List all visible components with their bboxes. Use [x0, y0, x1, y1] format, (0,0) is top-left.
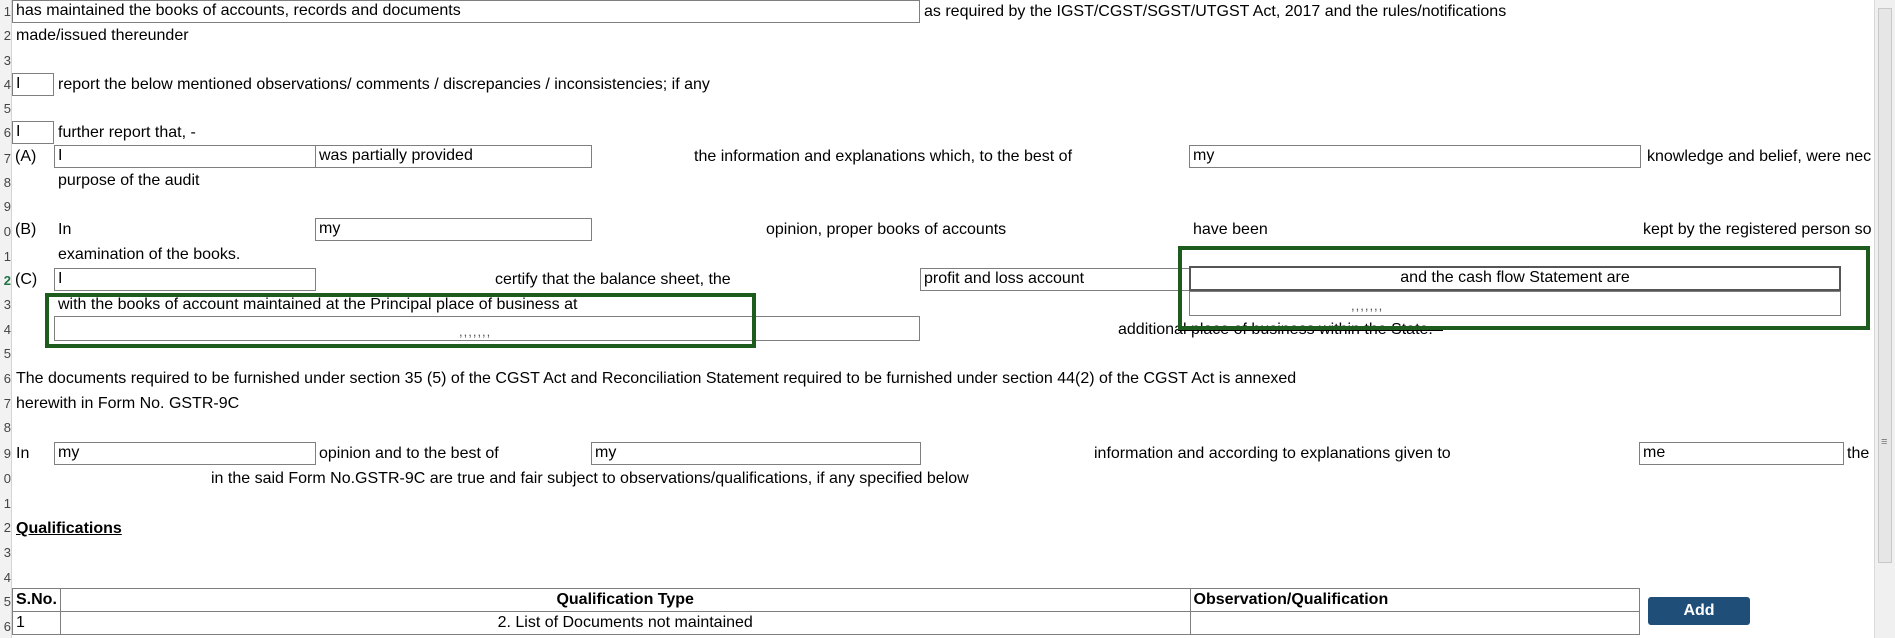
row-number[interactable]: 8: [0, 175, 11, 191]
opinion-possessive-field2[interactable]: my: [591, 442, 921, 465]
opinion-possessive-field[interactable]: my: [54, 442, 316, 465]
opinion-pronoun-field[interactable]: me: [1639, 442, 1844, 465]
clause-c-pronoun-field[interactable]: I: [54, 268, 316, 291]
grip-icon: ≡: [1881, 436, 1888, 448]
line1-text: as required by the IGST/CGST/SGST/UTGST …: [924, 3, 1507, 20]
clause-a-label: (A): [15, 148, 37, 165]
row-number[interactable]: 8: [0, 420, 11, 436]
qualifications-heading: Qualifications: [16, 520, 122, 537]
clause-a-pronoun-field[interactable]: I: [54, 145, 316, 168]
row-number[interactable]: 3: [0, 545, 11, 561]
row-number[interactable]: 4: [0, 77, 11, 93]
highlight-cashflow: [1178, 246, 1870, 330]
qualification-type-cell[interactable]: 2. List of Documents not maintained: [59, 611, 1191, 635]
clause-c-pl-field[interactable]: profit and loss account: [920, 268, 1190, 291]
row-number[interactable]: 3: [0, 53, 11, 69]
row-number[interactable]: 1: [0, 4, 11, 20]
row-number[interactable]: 7: [0, 151, 11, 167]
clause-a-text2: knowledge and belief, were nec: [1647, 148, 1872, 165]
row-number[interactable]: 5: [0, 346, 11, 362]
qualifications-table: S.No. Qualification Type Observation/Qua…: [12, 588, 1641, 635]
further-report-pronoun-field[interactable]: I: [12, 121, 54, 144]
clause-b-in: In: [58, 221, 72, 238]
row-number[interactable]: 0: [0, 471, 11, 487]
row-number[interactable]: 6: [0, 619, 11, 635]
clause-b-line2: examination of the books.: [58, 246, 241, 263]
row-number[interactable]: 2: [0, 273, 11, 289]
row-number[interactable]: 2: [0, 520, 11, 536]
scrollbar-thumb[interactable]: [1878, 8, 1892, 563]
row-number[interactable]: 1: [0, 249, 11, 265]
row-number[interactable]: 1: [0, 496, 11, 512]
clause-c-label: (C): [15, 271, 38, 288]
row-number[interactable]: 6: [0, 125, 11, 141]
row-number[interactable]: 4: [0, 570, 11, 586]
sno-cell[interactable]: 1: [12, 611, 61, 635]
add-button[interactable]: Add: [1648, 597, 1750, 625]
observation-cell[interactable]: [1189, 611, 1641, 635]
auditor-maintained-field[interactable]: has maintained the books of accounts, re…: [12, 0, 920, 23]
strike-overlay: [1178, 330, 1443, 331]
row-number[interactable]: 0: [0, 224, 11, 240]
opinion-line2: in the said Form No.GSTR-9C are true and…: [211, 470, 969, 487]
sno-header: S.No.: [12, 588, 61, 612]
row-number[interactable]: 9: [0, 199, 11, 215]
documents-line1: The documents required to be furnished u…: [16, 370, 1297, 387]
row-number[interactable]: 5: [0, 594, 11, 610]
opinion-text3: the: [1847, 445, 1870, 462]
further-report-text: further report that, -: [58, 124, 196, 141]
row-header: 1 2 3 4 5 6 7 8 9 0 1 2 3 4 5 6 7 8 9 0 1 2 3 4 5 6: [0, 0, 12, 638]
clause-a-provided-field[interactable]: was partially provided: [315, 145, 592, 168]
qualification-type-header: Qualification Type: [59, 588, 1191, 612]
row-number[interactable]: 6: [0, 371, 11, 387]
clause-b-text1: opinion, proper books of accounts: [766, 221, 1007, 238]
table-row[interactable]: 1 2. List of Documents not maintained: [12, 611, 1641, 635]
documents-line2: herewith in Form No. GSTR-9C: [16, 395, 240, 412]
clause-b-text2: have been: [1193, 221, 1268, 238]
row-number[interactable]: 7: [0, 396, 11, 412]
clause-b-possessive-field[interactable]: my: [315, 218, 592, 241]
observation-header: Observation/Qualification: [1189, 588, 1641, 612]
clause-a-line2: purpose of the audit: [58, 172, 200, 189]
row-number[interactable]: 5: [0, 101, 11, 117]
clause-a-possessive-field[interactable]: my: [1189, 145, 1641, 168]
vertical-scrollbar[interactable]: ≡: [1874, 0, 1895, 638]
report-pronoun-field[interactable]: I: [12, 73, 54, 96]
row-number[interactable]: 2: [0, 28, 11, 44]
opinion-in: In: [16, 445, 30, 462]
clause-a-text: the information and explanations which, …: [694, 148, 1073, 165]
row-number[interactable]: 9: [0, 446, 11, 462]
row-number[interactable]: 3: [0, 297, 11, 313]
row-number[interactable]: 4: [0, 322, 11, 338]
clause-c-text1: certify that the balance sheet, the: [495, 271, 731, 288]
table-header-row: S.No. Qualification Type Observation/Qua…: [12, 588, 1641, 612]
opinion-text1: opinion and to the best of: [319, 445, 499, 462]
report-text: report the below mentioned observations/…: [58, 76, 710, 93]
clause-b-label: (B): [15, 221, 37, 238]
highlight-principal-place: [45, 293, 756, 348]
opinion-text2: information and according to explanation…: [1094, 445, 1451, 462]
line2-text: made/issued thereunder: [16, 27, 189, 44]
clause-b-text3: kept by the registered person so: [1643, 221, 1872, 238]
